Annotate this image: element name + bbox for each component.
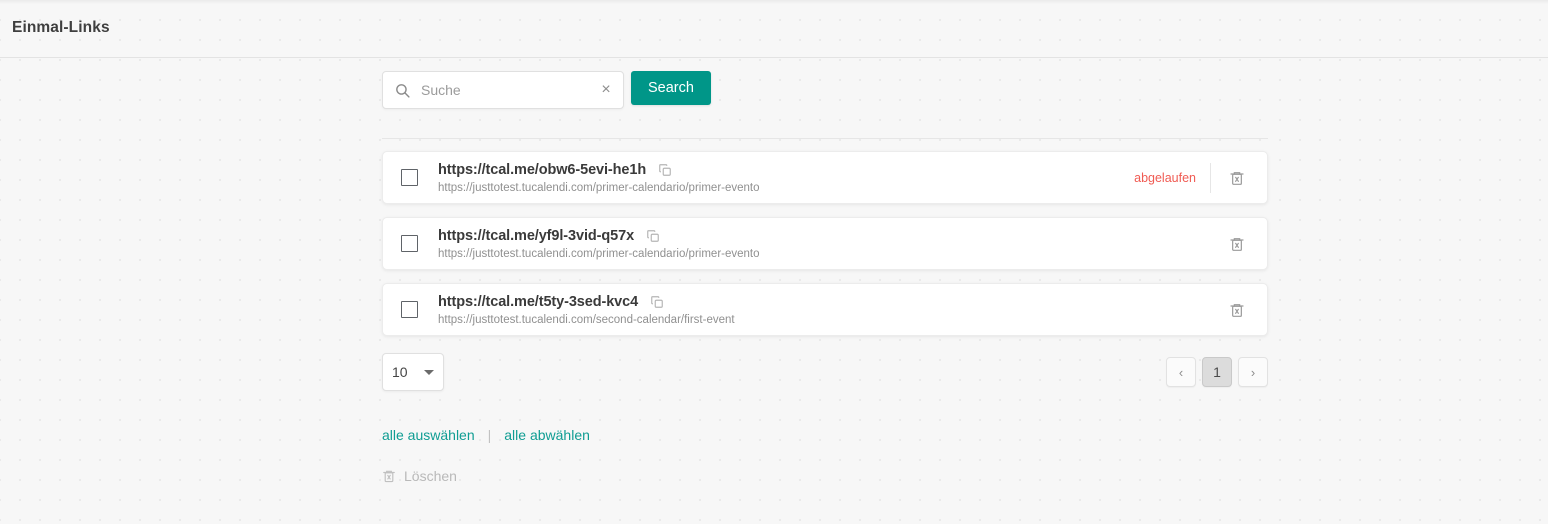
search-button[interactable]: Search [631,71,711,105]
target-link: https://justtotest.tucalendi.com/primer-… [438,182,760,194]
row-content: https://tcal.me/t5ty-3sed-kvc4 https://j… [438,293,1215,326]
copy-icon[interactable] [650,295,664,309]
prev-page-button[interactable]: ‹ [1166,357,1196,387]
trash-icon[interactable] [1223,230,1251,258]
link-list: https://tcal.me/obw6-5evi-he1h https://j… [382,151,1268,336]
row-actions: abgelaufen [1134,152,1251,203]
row-primary-line: https://tcal.me/t5ty-3sed-kvc4 [438,293,1215,311]
search-input[interactable] [411,82,593,98]
page-size-select[interactable]: 10 [382,353,444,391]
page-title: Einmal-Links [12,19,110,36]
next-page-button[interactable]: › [1238,357,1268,387]
table-row[interactable]: https://tcal.me/yf9l-3vid-q57x https://j… [382,217,1268,270]
page-button-1[interactable]: 1 [1202,357,1232,387]
chevron-down-icon [424,369,434,375]
row-actions [1215,218,1251,269]
deselect-all-link[interactable]: alle abwählen [504,427,590,443]
delete-button-label: Löschen [404,468,457,484]
short-link: https://tcal.me/obw6-5evi-he1h [438,162,647,178]
trash-icon [382,469,396,483]
pagination-controls: ‹ 1 › [1166,357,1268,387]
target-link: https://justtotest.tucalendi.com/second-… [438,314,735,326]
row-checkbox[interactable] [401,169,418,186]
select-all-link[interactable]: alle auswählen [382,427,475,443]
selection-separator: | [487,427,492,443]
trash-icon[interactable] [1223,296,1251,324]
search-bar: × Search [382,71,1268,131]
trash-icon[interactable] [1223,164,1251,192]
short-link: https://tcal.me/t5ty-3sed-kvc4 [438,294,639,310]
page-header: Einmal-Links [0,4,1548,58]
actions-divider [1210,162,1211,193]
selection-links: alle auswählen | alle abwählen [382,427,1268,443]
search-icon [394,82,411,99]
close-icon[interactable]: × [593,72,623,108]
target-link: https://justtotest.tucalendi.com/primer-… [438,248,760,260]
main-content: × Search https://tcal.me/obw6-5evi-he1h [382,59,1268,484]
copy-icon[interactable] [646,229,660,243]
row-content: https://tcal.me/yf9l-3vid-q57x https://j… [438,227,1215,260]
row-checkbox[interactable] [401,301,418,318]
row-actions [1215,284,1251,335]
page-size-value: 10 [392,364,408,380]
content-divider [382,138,1268,139]
status-badge: abgelaufen [1134,170,1196,185]
pagination-bar: 10 ‹ 1 › [382,349,1268,395]
search-field[interactable]: × [382,71,624,109]
row-content: https://tcal.me/obw6-5evi-he1h https://j… [438,161,1134,194]
row-primary-line: https://tcal.me/obw6-5evi-he1h [438,161,1134,179]
delete-button[interactable]: Löschen [382,468,1268,484]
table-row[interactable]: https://tcal.me/obw6-5evi-he1h https://j… [382,151,1268,204]
row-checkbox[interactable] [401,235,418,252]
row-primary-line: https://tcal.me/yf9l-3vid-q57x [438,227,1215,245]
short-link: https://tcal.me/yf9l-3vid-q57x [438,228,635,244]
copy-icon[interactable] [658,163,672,177]
table-row[interactable]: https://tcal.me/t5ty-3sed-kvc4 https://j… [382,283,1268,336]
